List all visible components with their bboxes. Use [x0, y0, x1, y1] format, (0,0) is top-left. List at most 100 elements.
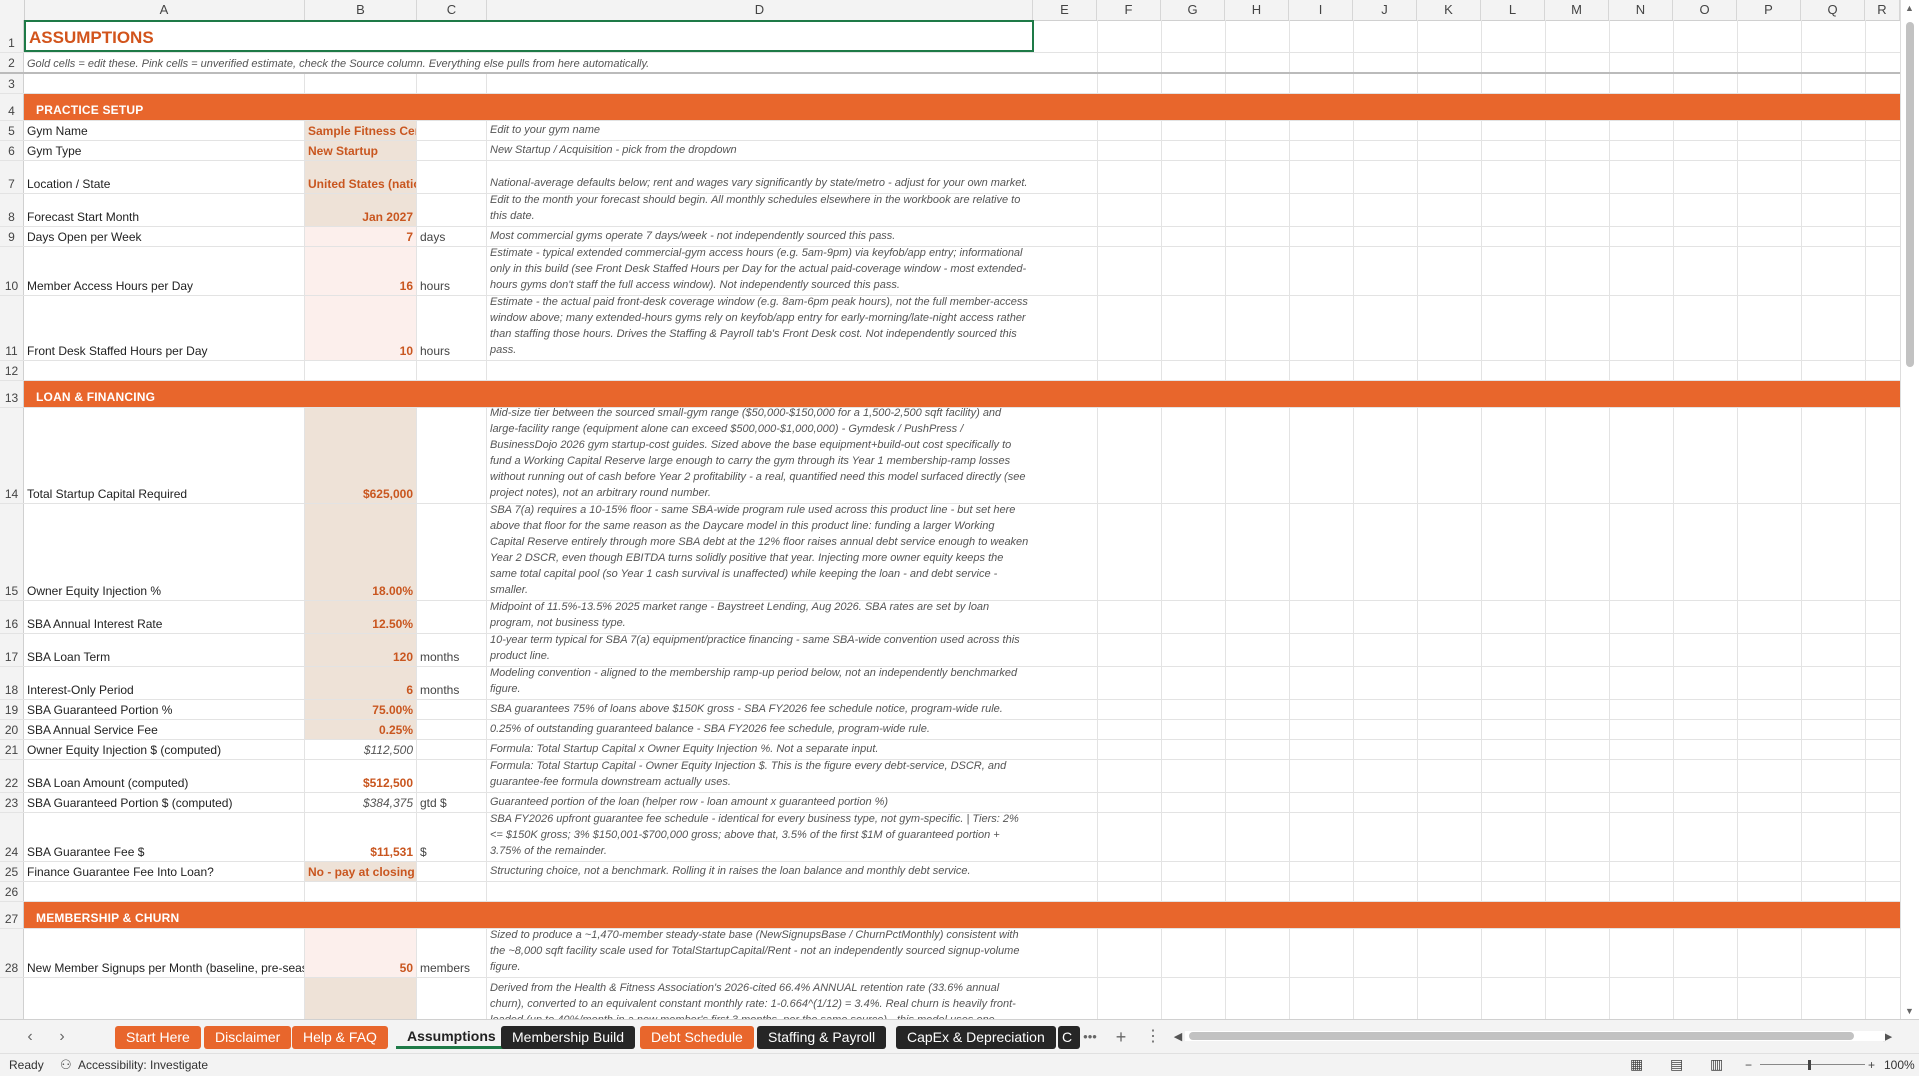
col-header-f[interactable]: F — [1097, 0, 1161, 20]
empty-cell[interactable] — [24, 882, 305, 901]
tab-start-here[interactable]: Start Here — [115, 1026, 201, 1049]
new-signups-input[interactable]: 50 — [305, 929, 417, 977]
location-label[interactable]: Location / State — [24, 161, 305, 193]
col-header-k[interactable]: K — [1417, 0, 1481, 20]
vertical-scroll-thumb[interactable] — [1906, 22, 1914, 367]
tab-staffing-payroll[interactable]: Staffing & Payroll — [757, 1026, 887, 1049]
col-header-n[interactable]: N — [1609, 0, 1673, 20]
guaranteed-amount-label[interactable]: SBA Guaranteed Portion $ (computed) — [24, 793, 305, 812]
guarantee-fee-value[interactable]: $11,531 — [305, 813, 417, 861]
finance-fee-note[interactable]: Structuring choice, not a benchmark. Rol… — [487, 862, 1033, 881]
service-fee-input[interactable]: 0.25% — [305, 720, 417, 739]
page-layout-icon[interactable]: ▤ — [1670, 1056, 1683, 1073]
guaranteed-amount-value[interactable]: $384,375 — [305, 793, 417, 812]
equity-injection-amount-note[interactable]: Formula: Total Startup Capital x Owner E… — [487, 740, 1033, 759]
row-number[interactable]: 6 — [0, 141, 24, 160]
equity-injection-pct-input[interactable]: 18.00% — [305, 504, 417, 600]
unit-cell[interactable] — [417, 601, 487, 633]
row-number[interactable]: 26 — [0, 882, 24, 901]
row-number[interactable]: 24 — [0, 813, 24, 861]
loan-amount-value[interactable]: $512,500 — [305, 760, 417, 792]
finance-fee-label[interactable]: Finance Guarantee Fee Into Loan? — [24, 862, 305, 881]
tab-help-faq[interactable]: Help & FAQ — [292, 1026, 388, 1049]
unit-cell[interactable] — [417, 141, 487, 160]
guaranteed-amount-note[interactable]: Guaranteed portion of the loan (helper r… — [487, 793, 1033, 812]
col-header-q[interactable]: Q — [1801, 0, 1865, 20]
zoom-slider-thumb[interactable] — [1808, 1060, 1811, 1070]
unit-cell[interactable]: gtd $ — [417, 793, 487, 812]
front-desk-hours-label[interactable]: Front Desk Staffed Hours per Day — [24, 296, 305, 360]
row-number[interactable]: 5 — [0, 121, 24, 140]
startup-capital-input[interactable]: $625,000 — [305, 408, 417, 503]
section-loan-financing[interactable]: LOAN & FINANCING — [36, 390, 155, 404]
tab-membership-build[interactable]: Membership Build — [501, 1026, 636, 1049]
empty-cell[interactable] — [305, 74, 417, 93]
tab-assumptions[interactable]: Assumptions — [396, 1026, 507, 1049]
unit-cell[interactable] — [417, 740, 487, 759]
unit-cell[interactable]: $ — [417, 813, 487, 861]
equity-injection-pct-note[interactable]: SBA 7(a) requires a 10-15% floor - same … — [487, 504, 1033, 600]
col-header-g[interactable]: G — [1161, 0, 1225, 20]
row-number[interactable]: 19 — [0, 700, 24, 719]
guaranteed-pct-note[interactable]: SBA guarantees 75% of loans above $150K … — [487, 700, 1033, 719]
interest-rate-note[interactable]: Midpoint of 11.5%-13.5% 2025 market rang… — [487, 601, 1033, 633]
row-number[interactable]: 18 — [0, 667, 24, 699]
vertical-scrollbar[interactable]: ▲ ▼ — [1900, 0, 1919, 1019]
normal-view-icon[interactable]: ▦ — [1630, 1056, 1643, 1073]
col-header-r[interactable]: R — [1865, 0, 1900, 20]
unit-cell[interactable] — [417, 194, 487, 226]
front-desk-hours-input[interactable]: 10 — [305, 296, 417, 360]
col-header-j[interactable]: J — [1353, 0, 1417, 20]
row-number[interactable]: 17 — [0, 634, 24, 666]
row-number[interactable]: 28 — [0, 929, 24, 977]
empty-cell[interactable] — [417, 882, 487, 901]
select-all-corner[interactable] — [0, 0, 25, 20]
interest-rate-input[interactable]: 12.50% — [305, 601, 417, 633]
scroll-up-icon[interactable]: ▲ — [1905, 3, 1914, 13]
interest-only-input[interactable]: 6 — [305, 667, 417, 699]
access-hours-label[interactable]: Member Access Hours per Day — [24, 247, 305, 295]
location-input[interactable]: United States (national avg.) — [305, 161, 417, 193]
page-break-preview-icon[interactable]: ▥ — [1710, 1056, 1723, 1073]
col-header-o[interactable]: O — [1673, 0, 1737, 20]
interest-only-label[interactable]: Interest-Only Period — [24, 667, 305, 699]
loan-term-label[interactable]: SBA Loan Term — [24, 634, 305, 666]
row-number[interactable]: 7 — [0, 161, 24, 193]
days-open-note[interactable]: Most commercial gyms operate 7 days/week… — [487, 227, 1033, 246]
empty-cell[interactable] — [24, 74, 305, 93]
churn-input[interactable] — [305, 978, 417, 1019]
col-header-b[interactable]: B — [305, 0, 417, 20]
gym-name-note[interactable]: Edit to your gym name — [487, 121, 1033, 140]
loan-amount-note[interactable]: Formula: Total Startup Capital - Owner E… — [487, 760, 1033, 792]
horizontal-scroll-thumb[interactable] — [1189, 1032, 1854, 1040]
gym-type-dropdown[interactable]: New Startup — [305, 141, 417, 160]
unit-cell[interactable]: hours — [417, 296, 487, 360]
col-header-l[interactable]: L — [1481, 0, 1545, 20]
days-open-label[interactable]: Days Open per Week — [24, 227, 305, 246]
row-number[interactable]: 27 — [0, 902, 24, 928]
location-note[interactable]: National-average defaults below; rent an… — [487, 161, 1033, 193]
row-number[interactable]: 10 — [0, 247, 24, 295]
unit-cell[interactable]: hours — [417, 247, 487, 295]
gym-type-label[interactable]: Gym Type — [24, 141, 305, 160]
gym-type-note[interactable]: New Startup / Acquisition - pick from th… — [487, 141, 1033, 160]
startup-capital-label[interactable]: Total Startup Capital Required — [24, 408, 305, 503]
access-hours-input[interactable]: 16 — [305, 247, 417, 295]
col-header-d[interactable]: D — [487, 0, 1033, 20]
more-tabs-icon[interactable]: ••• — [1079, 1026, 1101, 1048]
accessibility-status[interactable]: Accessibility: Investigate — [78, 1058, 208, 1072]
finance-fee-dropdown[interactable]: No - pay at closing — [305, 862, 417, 881]
row-number[interactable]: 14 — [0, 408, 24, 503]
sheet-subtitle[interactable]: Gold cells = edit these. Pink cells = un… — [24, 53, 1034, 72]
churn-note[interactable]: Derived from the Health & Fitness Associ… — [487, 978, 1033, 1019]
unit-cell[interactable] — [417, 121, 487, 140]
section-practice-setup[interactable]: PRACTICE SETUP — [36, 103, 143, 117]
unit-cell[interactable] — [417, 504, 487, 600]
row-number[interactable]: 13 — [0, 381, 24, 407]
guaranteed-pct-input[interactable]: 75.00% — [305, 700, 417, 719]
row-number[interactable]: 9 — [0, 227, 24, 246]
unit-cell[interactable] — [417, 720, 487, 739]
unit-cell[interactable] — [417, 408, 487, 503]
row-number[interactable]: 16 — [0, 601, 24, 633]
forecast-start-input[interactable]: Jan 2027 — [305, 194, 417, 226]
